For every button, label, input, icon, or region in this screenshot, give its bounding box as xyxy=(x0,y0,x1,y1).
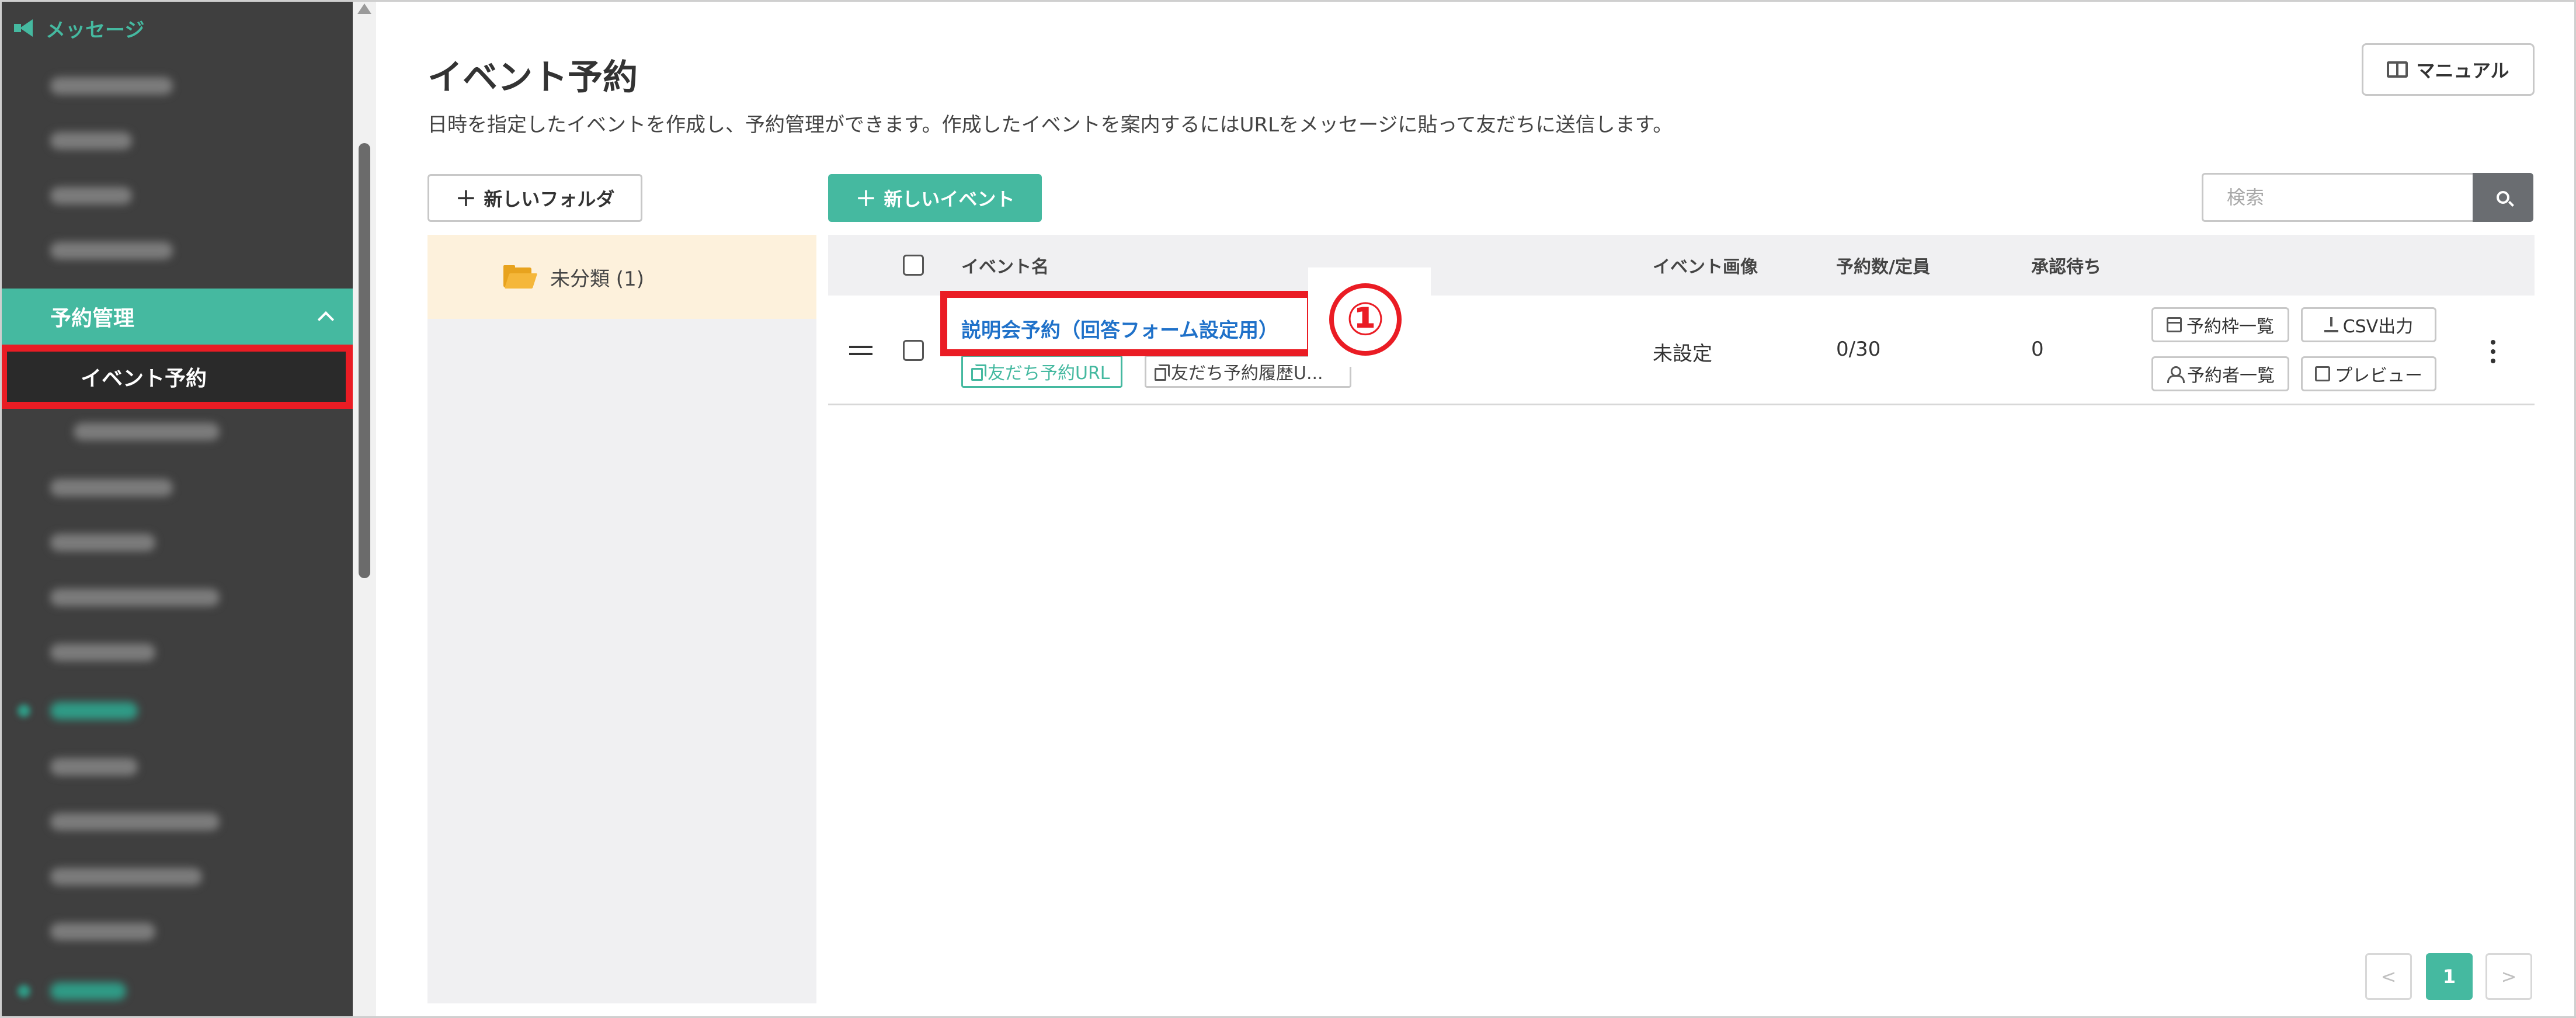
sidebar-item-blurred[interactable] xyxy=(0,58,353,113)
pagination-next-button[interactable]: > xyxy=(2485,953,2532,1000)
scrollbar-thumb[interactable] xyxy=(359,143,370,578)
copy-icon xyxy=(1155,364,1170,381)
copy-icon xyxy=(971,364,986,381)
sidebar-item-blurred[interactable] xyxy=(0,460,353,515)
sidebar-item-blurred[interactable] xyxy=(0,223,353,278)
column-header-reservations: 予約数/定員 xyxy=(1836,257,1930,277)
drag-handle-icon[interactable] xyxy=(849,346,872,355)
sidebar-group-blurred[interactable] xyxy=(0,683,353,738)
sidebar-item-blurred[interactable] xyxy=(0,849,353,904)
preview-icon xyxy=(2315,366,2330,381)
plus-icon: + xyxy=(855,183,877,213)
sidebar-item-label: イベント予約 xyxy=(81,367,207,391)
calendar-icon xyxy=(2167,317,2182,332)
more-options-icon[interactable] xyxy=(2490,340,2496,363)
new-folder-label: 新しいフォルダ xyxy=(484,188,615,210)
download-icon xyxy=(2324,317,2338,332)
csv-export-label: CSV出力 xyxy=(2342,317,2414,337)
table-header: イベント名 イベント画像 予約数/定員 承認待ち xyxy=(828,235,2535,296)
column-header-name: イベント名 xyxy=(961,257,1049,277)
preview-button[interactable]: プレビュー xyxy=(2301,356,2436,391)
sidebar-group-blurred[interactable] xyxy=(0,964,353,1018)
sidebar-item-blurred[interactable] xyxy=(0,794,353,849)
folder-item-uncategorized[interactable]: 未分類 (1) xyxy=(427,235,816,319)
sidebar-header-label: メッセージ xyxy=(46,18,145,42)
sidebar: メッセージ 予約管理 イベント予約 xyxy=(0,0,353,1018)
sidebar-item-blurred[interactable] xyxy=(0,168,353,223)
search-box xyxy=(2202,173,2533,222)
csv-export-button[interactable]: CSV出力 xyxy=(2301,307,2436,342)
sidebar-item-event-reservation[interactable]: イベント予約 xyxy=(0,345,353,409)
megaphone-icon xyxy=(14,19,34,37)
event-image-value: 未設定 xyxy=(1653,342,1712,366)
new-event-button[interactable]: + 新しいイベント xyxy=(828,174,1042,222)
pagination-prev-button[interactable]: < xyxy=(2365,953,2412,1000)
sidebar-header-messages[interactable]: メッセージ xyxy=(0,0,353,56)
sidebar-group-label: 予約管理 xyxy=(50,307,135,331)
manual-button[interactable]: マニュアル xyxy=(2362,43,2535,96)
search-button[interactable] xyxy=(2473,173,2533,222)
row-checkbox[interactable] xyxy=(903,340,924,361)
column-header-pending: 承認待ち xyxy=(2031,257,2101,277)
new-event-label: 新しいイベント xyxy=(884,188,1015,210)
pagination-page-button[interactable]: 1 xyxy=(2426,953,2473,1000)
page-description: 日時を指定したイベントを作成し、予約管理ができます。作成したイベントを案内するに… xyxy=(427,113,1673,137)
chevron-up-icon xyxy=(317,311,335,328)
pending-value: 0 xyxy=(2031,338,2044,361)
folder-open-icon xyxy=(503,265,538,289)
column-header-image: イベント画像 xyxy=(1653,257,1758,277)
user-icon xyxy=(2166,366,2185,383)
search-input[interactable] xyxy=(2202,173,2473,222)
new-folder-button[interactable]: + 新しいフォルダ xyxy=(427,174,642,222)
slot-list-label: 予約枠一覧 xyxy=(2186,317,2274,337)
reserver-list-button[interactable]: 予約者一覧 xyxy=(2151,356,2289,391)
sidebar-item-blurred[interactable] xyxy=(0,570,353,625)
folder-panel: 未分類 (1) xyxy=(427,235,816,1003)
sidebar-item-blurred[interactable] xyxy=(0,404,353,459)
manual-button-label: マニュアル xyxy=(2416,60,2509,82)
sidebar-item-blurred[interactable] xyxy=(0,625,353,680)
sidebar-item-blurred[interactable] xyxy=(0,515,353,570)
friend-reservation-history-label: 友だち予約履歴U... xyxy=(1171,363,1323,384)
select-all-checkbox[interactable] xyxy=(903,255,924,276)
page-title: イベント予約 xyxy=(427,57,638,98)
reserver-list-label: 予約者一覧 xyxy=(2187,366,2275,386)
annotation-highlight-box xyxy=(940,291,1314,356)
sidebar-scrollbar[interactable] xyxy=(353,0,376,1018)
sidebar-item-blurred[interactable] xyxy=(0,904,353,959)
friend-reservation-url-button[interactable]: 友だち予約URL xyxy=(961,355,1122,388)
book-icon xyxy=(2387,61,2408,78)
sidebar-item-blurred[interactable] xyxy=(0,113,353,168)
slot-list-button[interactable]: 予約枠一覧 xyxy=(2151,307,2289,342)
sidebar-group-reservation[interactable]: 予約管理 xyxy=(0,289,353,345)
friend-reservation-url-label: 友だち予約URL xyxy=(988,363,1110,384)
sidebar-item-blurred[interactable] xyxy=(0,739,353,794)
scroll-up-arrow-icon[interactable] xyxy=(357,4,371,14)
search-icon xyxy=(2497,191,2509,204)
select-all-checkbox-cell xyxy=(903,235,924,296)
annotation-step-marker: ① xyxy=(1329,283,1402,356)
plus-icon: + xyxy=(455,183,477,213)
folder-label: 未分類 (1) xyxy=(550,267,644,291)
reservations-value: 0/30 xyxy=(1836,338,1881,361)
preview-label: プレビュー xyxy=(2335,366,2422,386)
